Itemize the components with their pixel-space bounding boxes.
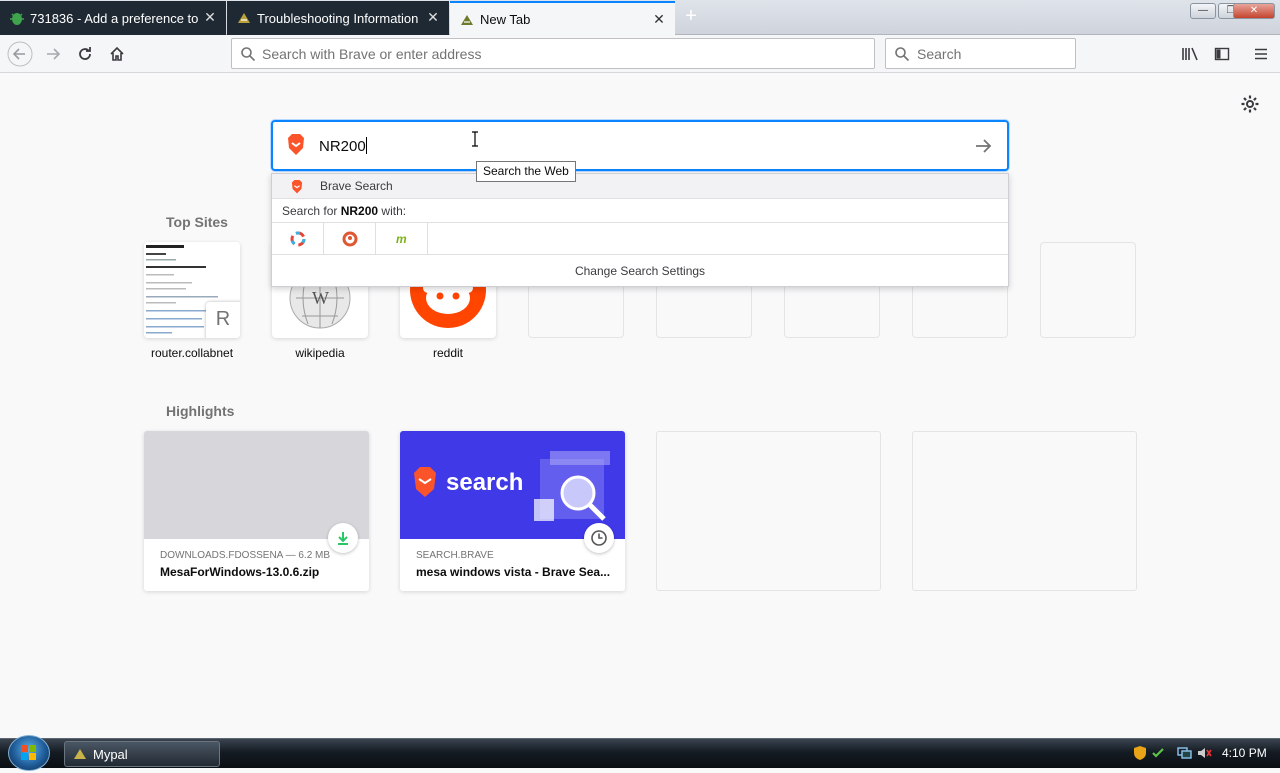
card-thumbnail xyxy=(144,431,369,539)
security-shield-icon[interactable] xyxy=(1132,745,1148,761)
library-button[interactable] xyxy=(1175,39,1205,69)
search-value: NR200 xyxy=(319,137,367,155)
update-check-icon[interactable] xyxy=(1150,745,1166,761)
tab-title: 731836 - Add a preference to u xyxy=(30,10,198,26)
close-tab-icon[interactable]: ✕ xyxy=(202,9,218,25)
engine-mojeek-button[interactable]: m xyxy=(376,223,428,255)
svg-text:m: m xyxy=(396,232,407,246)
network-icon[interactable] xyxy=(1176,745,1192,761)
clock-icon xyxy=(584,523,614,553)
windows-logo-icon xyxy=(21,745,36,760)
address-placeholder: Search with Brave or enter address xyxy=(262,45,482,62)
card-source: SEARCH.BRAVE xyxy=(416,550,494,561)
close-window-button[interactable]: ✕ xyxy=(1233,3,1275,19)
highlights-title: Highlights xyxy=(166,403,235,419)
top-site-router[interactable]: R xyxy=(144,242,240,338)
mojeek-icon: m xyxy=(396,232,407,246)
submit-arrow-icon[interactable] xyxy=(973,136,993,156)
tab-new-tab[interactable]: New Tab ✕ xyxy=(450,1,675,35)
sidebar-icon xyxy=(1214,47,1230,61)
reload-button[interactable] xyxy=(70,39,100,69)
top-site-label[interactable]: router.collabnet xyxy=(128,346,256,360)
mypal-icon xyxy=(238,13,250,23)
reload-icon xyxy=(79,47,91,60)
navigation-toolbar: Search with Brave or enter address Searc… xyxy=(0,35,1280,73)
highlight-card-brave-search[interactable]: search SEARCH.BRAVE mesa windows vista -… xyxy=(400,431,625,591)
brave-search-icon xyxy=(291,180,303,194)
menu-button[interactable] xyxy=(1246,39,1276,69)
library-icon xyxy=(1182,47,1198,61)
highlight-card-download[interactable]: DOWNLOADS.FDOSSENA — 6.2 MB MesaForWindo… xyxy=(144,431,369,591)
site-letter-badge: R xyxy=(206,302,240,338)
tab-title: Troubleshooting Information xyxy=(257,10,419,26)
close-tab-icon[interactable]: ✕ xyxy=(425,9,441,25)
card-title: mesa windows vista - Brave Sea... xyxy=(416,565,611,579)
highlight-card-empty xyxy=(656,431,881,591)
highlight-card-empty xyxy=(912,431,1137,591)
search-suggestions-popup: Brave Search Search for NR200 with: m Ch… xyxy=(271,173,1009,287)
tab-strip: 731836 - Add a preference to u ✕ Trouble… xyxy=(0,0,1280,35)
card-title: MesaForWindows-13.0.6.zip xyxy=(160,565,320,579)
top-site-empty xyxy=(1040,242,1136,338)
start-button[interactable] xyxy=(8,735,50,771)
search-icon xyxy=(895,47,910,62)
new-tab-button[interactable]: + xyxy=(680,6,702,28)
suggestion-label: Brave Search xyxy=(320,179,393,193)
search-bar[interactable]: Search xyxy=(885,38,1076,69)
page-search-input[interactable]: NR200 xyxy=(271,120,1009,171)
text-cursor-icon xyxy=(472,131,478,147)
engine-duckduckgo-button[interactable] xyxy=(324,223,376,255)
close-tab-icon[interactable]: ✕ xyxy=(651,11,667,27)
task-label: Mypal xyxy=(93,746,128,762)
download-icon xyxy=(328,523,358,553)
card-source: DOWNLOADS.FDOSSENA — 6.2 MB xyxy=(160,550,331,561)
tab-bugzilla[interactable]: 731836 - Add a preference to u ✕ xyxy=(0,1,226,35)
top-site-label[interactable]: wikipedia xyxy=(256,346,384,360)
one-off-engines: m xyxy=(272,223,1008,255)
forward-arrow-icon xyxy=(47,48,61,60)
qwant-icon xyxy=(290,231,305,247)
home-button[interactable] xyxy=(102,39,132,69)
sidebar-button[interactable] xyxy=(1207,39,1237,69)
back-button[interactable] xyxy=(5,39,35,69)
gear-icon[interactable] xyxy=(1240,94,1260,114)
engine-qwant-button[interactable] xyxy=(272,223,324,255)
change-search-settings-button[interactable]: Change Search Settings xyxy=(272,256,1008,286)
forward-button[interactable] xyxy=(38,39,68,69)
mypal-icon xyxy=(461,15,473,25)
tab-troubleshooting[interactable]: Troubleshooting Information ✕ xyxy=(227,1,449,35)
thumb-search-text: search xyxy=(446,469,524,496)
suggestion-brave-search[interactable]: Brave Search xyxy=(272,174,1008,199)
home-icon xyxy=(110,46,124,61)
bug-icon xyxy=(10,13,24,25)
mypal-icon xyxy=(74,749,86,759)
back-arrow-icon xyxy=(7,41,33,67)
top-site-label[interactable]: reddit xyxy=(384,346,512,360)
address-bar[interactable]: Search with Brave or enter address xyxy=(231,38,875,69)
minimize-button[interactable]: — xyxy=(1190,3,1216,19)
brave-search-icon xyxy=(288,134,304,155)
search-placeholder: Search xyxy=(917,45,962,62)
tooltip: Search the Web xyxy=(476,161,576,182)
taskbar-item-mypal[interactable]: Mypal xyxy=(64,741,220,767)
card-thumbnail: search xyxy=(400,431,625,539)
volume-muted-icon[interactable] xyxy=(1196,745,1212,761)
search-for-header: Search for NR200 with: xyxy=(272,199,1008,223)
hamburger-menu-icon xyxy=(1255,48,1267,60)
search-icon xyxy=(241,47,256,62)
taskbar: Mypal 4:10 PM xyxy=(0,735,1280,771)
svg-text:W: W xyxy=(312,288,329,308)
clock[interactable]: 4:10 PM xyxy=(1222,746,1267,760)
tab-title: New Tab xyxy=(480,11,531,27)
top-sites-title: Top Sites xyxy=(166,214,228,230)
duckduckgo-icon xyxy=(342,231,357,247)
